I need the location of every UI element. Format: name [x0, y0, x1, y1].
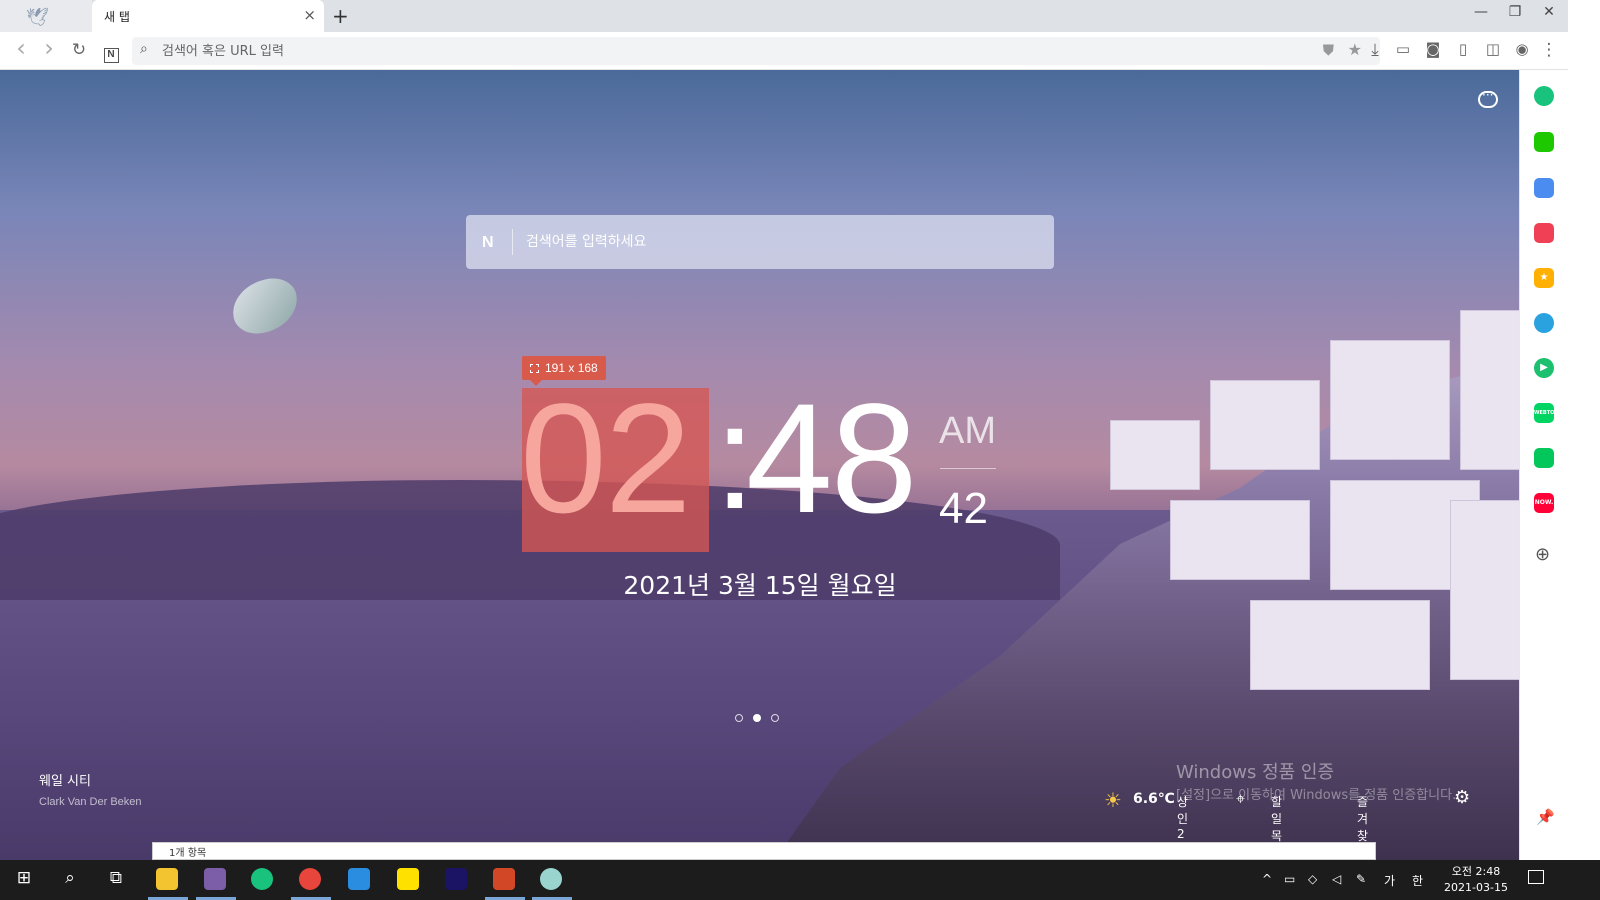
sidebar: ★ ▶ WEBTOON NOW. ⊕ 📌	[1519, 70, 1568, 860]
sidebar-pocket-icon[interactable]	[1534, 223, 1554, 243]
notification-icon[interactable]	[1528, 870, 1544, 884]
tray-chevron-icon[interactable]: ^	[1262, 872, 1272, 886]
slide-dots	[735, 707, 789, 726]
volume-icon[interactable]: ◁	[1332, 872, 1341, 886]
explorer-status-bar: 1개 항목	[152, 842, 1376, 860]
premiere-icon[interactable]	[445, 868, 467, 890]
powerpoint-icon[interactable]	[493, 868, 515, 890]
tab-new-tab[interactable]: 새 탭 ×	[92, 0, 324, 32]
windows-start-icon[interactable]: ⊞	[12, 868, 36, 892]
clock-date: 2021년 3월 15일 월요일	[623, 571, 897, 600]
sidebar-briefcase-icon[interactable]	[1534, 178, 1554, 198]
tray-time: 오전 2:48	[1451, 865, 1501, 878]
camera-icon[interactable]: ◙	[1422, 40, 1444, 58]
sidebar-pin-icon[interactable]: 📌	[1536, 808, 1555, 826]
slide-dot[interactable]	[735, 714, 743, 722]
download-icon[interactable]: ⤓	[1364, 40, 1386, 60]
ime-hangul-han[interactable]: 한	[1412, 872, 1423, 889]
sidebar-edge-icon[interactable]	[1534, 313, 1554, 333]
shield-icon[interactable]: ⛊	[1323, 41, 1334, 59]
tab-bar: 🕊 새 탭 × + — ❐ ✕	[0, 0, 1600, 32]
pen-icon[interactable]: ✎	[1356, 872, 1366, 886]
chat-icon[interactable]	[1478, 88, 1498, 108]
ime-hangul-a[interactable]: 가	[1384, 872, 1395, 889]
gear-icon[interactable]: ⚙	[1454, 787, 1470, 808]
activation-watermark-subtitle: [설정]으로 이동하여 Windows를 정품 인증합니다.	[1176, 788, 1457, 803]
wallpaper-title[interactable]: 웨일 시티	[39, 770, 91, 789]
sidebar-now-icon[interactable]: NOW.	[1534, 493, 1554, 513]
background-houses	[1050, 300, 1550, 750]
clock-ampm: AM	[939, 410, 996, 452]
minimize-button[interactable]: —	[1464, 4, 1498, 20]
clock-tray[interactable]: 오전 2:48 2021-03-15	[1440, 864, 1512, 896]
reader-icon[interactable]: ▯	[1452, 40, 1474, 58]
new-tab-page: N 191 x 168 02 : 48 AM 42 2021년 3월 15일 월…	[0, 70, 1550, 860]
naver-logo-icon: N	[482, 234, 494, 251]
reload-button[interactable]: ↻	[68, 40, 90, 60]
search-divider	[512, 229, 513, 255]
split-view-icon[interactable]: ◫	[1482, 40, 1504, 58]
sidebar-play-icon[interactable]: ▶	[1534, 358, 1554, 378]
close-window-button[interactable]: ✕	[1532, 4, 1566, 20]
naver-icon: N	[103, 48, 119, 63]
whale-app-icon[interactable]	[251, 868, 273, 890]
pinned-tab[interactable]: 🕊	[0, 0, 92, 32]
search-icon[interactable]: ⌕	[58, 868, 82, 892]
sidebar-star-icon[interactable]: ★	[1534, 268, 1554, 288]
video-icon[interactable]: ▭	[1392, 40, 1414, 58]
search-icon: ⌕	[140, 41, 148, 57]
tab-title: 새 탭	[104, 10, 130, 24]
sun-icon: ☀	[1104, 788, 1122, 812]
restore-button[interactable]: ❐	[1498, 4, 1532, 20]
chrome-icon[interactable]	[299, 868, 321, 890]
slide-dot[interactable]	[771, 714, 779, 722]
address-bar[interactable]: ⌕ ⛊ ★	[132, 37, 1380, 65]
slide-dot-active[interactable]	[753, 714, 761, 722]
clock-second: 42	[939, 484, 988, 533]
webtoon-text: WEBTOON	[1534, 410, 1563, 416]
app-icon[interactable]	[204, 868, 226, 890]
sidebar-add-icon[interactable]: ⊕	[1535, 544, 1550, 565]
whale-logo-icon: 🕊	[26, 7, 49, 28]
weather-temperature[interactable]: 6.6℃	[1133, 791, 1175, 807]
bookmark-star-icon[interactable]: ★	[1348, 40, 1362, 59]
taskbar: ⊞ ⌕ ⧉ ^ ▭ ◇ ◁ ✎ 가 한 오전 2:48 2021-03-15	[0, 860, 1600, 900]
kakaotalk-icon[interactable]	[397, 868, 419, 890]
clock-hour: 02	[520, 372, 692, 546]
item-count: 1개 항목	[169, 848, 207, 859]
tray-date: 2021-03-15	[1444, 881, 1508, 894]
tab-close-icon[interactable]: ×	[303, 6, 316, 24]
clock-minute: 48	[746, 372, 918, 546]
naver-home-button[interactable]: N	[100, 42, 122, 63]
wallpaper-author[interactable]: Clark Van Der Beken	[39, 796, 142, 808]
browser-toolbar: ‹ › ↻ N ⌕ ⛊ ★ ⤓ ▭ ◙ ▯ ◫ ◉ ⋮	[0, 32, 1600, 70]
sidebar-talk-icon[interactable]	[1534, 132, 1554, 152]
search-box[interactable]: N	[466, 215, 1054, 269]
dropbox-icon[interactable]: ◇	[1308, 872, 1317, 886]
sidebar-green-circle-icon[interactable]	[1534, 86, 1554, 106]
task-view-icon[interactable]: ⧉	[104, 868, 128, 892]
mail-icon[interactable]	[348, 868, 370, 890]
url-input[interactable]	[162, 41, 1262, 61]
whale-logo-image	[227, 273, 303, 339]
profile-icon[interactable]: ◉	[1511, 40, 1533, 58]
activation-watermark-title: Windows 정품 인증	[1176, 762, 1335, 783]
new-tab-button[interactable]: +	[332, 4, 349, 28]
file-explorer-icon[interactable]	[156, 868, 178, 890]
forward-button[interactable]: ›	[38, 34, 60, 62]
menu-icon[interactable]: ⋮	[1538, 40, 1560, 60]
sidebar-square-icon[interactable]	[1534, 448, 1554, 468]
now-text: NOW.	[1534, 499, 1554, 506]
whale-browser-icon[interactable]	[540, 868, 562, 890]
clock-divider	[940, 468, 996, 469]
location-target-icon[interactable]: ⌖	[1236, 789, 1245, 809]
search-input[interactable]	[526, 231, 1026, 253]
network-icon[interactable]: ▭	[1284, 872, 1295, 886]
sidebar-webtoon-icon[interactable]: WEBTOON	[1534, 403, 1563, 423]
back-button[interactable]: ‹	[10, 34, 32, 62]
window-right-edge	[1568, 0, 1600, 900]
